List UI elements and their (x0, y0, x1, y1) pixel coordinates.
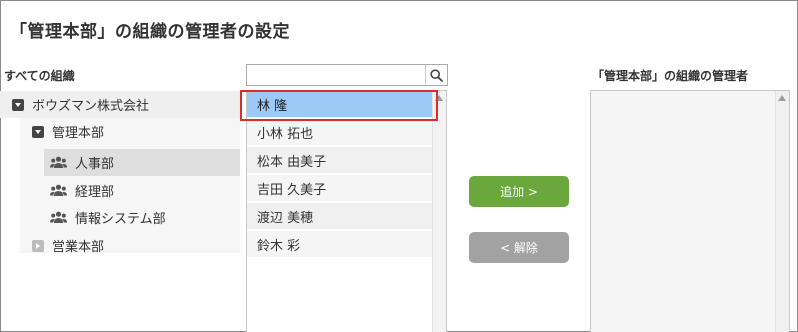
user-search (246, 64, 448, 86)
group-icon (50, 211, 67, 223)
list-item[interactable]: 吉田 久美子 (247, 175, 433, 202)
group-icon (50, 184, 67, 196)
tree-item-label: 人事部 (75, 157, 115, 172)
user-list-scrollbar[interactable] (432, 91, 446, 332)
list-item[interactable]: 林 隆 (247, 91, 433, 118)
tree-item-label: 情報システム部 (75, 212, 166, 227)
tree-item-kanri[interactable]: 管理本部 (20, 118, 240, 145)
user-list[interactable]: 林 隆 小林 拓也 松本 由美子 吉田 久美子 渡辺 美穂 鈴木 彩 (246, 90, 447, 332)
all-orgs-label: すべての組織 (4, 69, 75, 83)
remove-button[interactable]: < 解除 (469, 232, 569, 263)
add-button[interactable]: 追加 > (469, 176, 569, 207)
list-item[interactable]: 渡辺 美穂 (247, 203, 433, 230)
admin-list-scrollbar[interactable] (775, 91, 789, 332)
list-item[interactable]: 小林 拓也 (247, 119, 433, 146)
page-title: 「管理本部」の組織の管理者の設定 (10, 22, 290, 42)
list-item[interactable]: 松本 由美子 (247, 147, 433, 174)
group-icon (50, 156, 67, 168)
caret-down-icon[interactable] (32, 125, 44, 138)
search-icon (430, 68, 443, 82)
caret-down-icon[interactable] (12, 98, 24, 111)
tree-item-label: 営業本部 (52, 240, 105, 255)
tree-item-eigyo[interactable]: 営業本部 (20, 232, 240, 259)
search-button[interactable] (425, 65, 447, 85)
scroll-up-icon[interactable] (435, 95, 443, 101)
tree-item-label: 管理本部 (52, 126, 105, 141)
org-tree: ボウズマン株式会社 管理本部 人事部 経理部 情報システム部 営業本部 (0, 91, 240, 332)
scroll-up-icon[interactable] (778, 95, 786, 101)
caret-right-icon[interactable] (32, 239, 44, 252)
tree-item-joho[interactable]: 情報システム部 (44, 204, 240, 231)
admin-list[interactable] (590, 90, 790, 332)
tree-item-keiri[interactable]: 経理部 (44, 177, 240, 204)
tree-item-label: ボウズマン株式会社 (32, 99, 150, 114)
list-item[interactable]: 鈴木 彩 (247, 231, 433, 258)
search-input[interactable] (247, 65, 425, 85)
tree-item-root[interactable]: ボウズマン株式会社 (0, 91, 240, 118)
tree-item-jinji[interactable]: 人事部 (44, 149, 240, 176)
admins-label: 「管理本部」の組織の管理者 (592, 69, 749, 83)
tree-item-label: 経理部 (75, 185, 115, 200)
